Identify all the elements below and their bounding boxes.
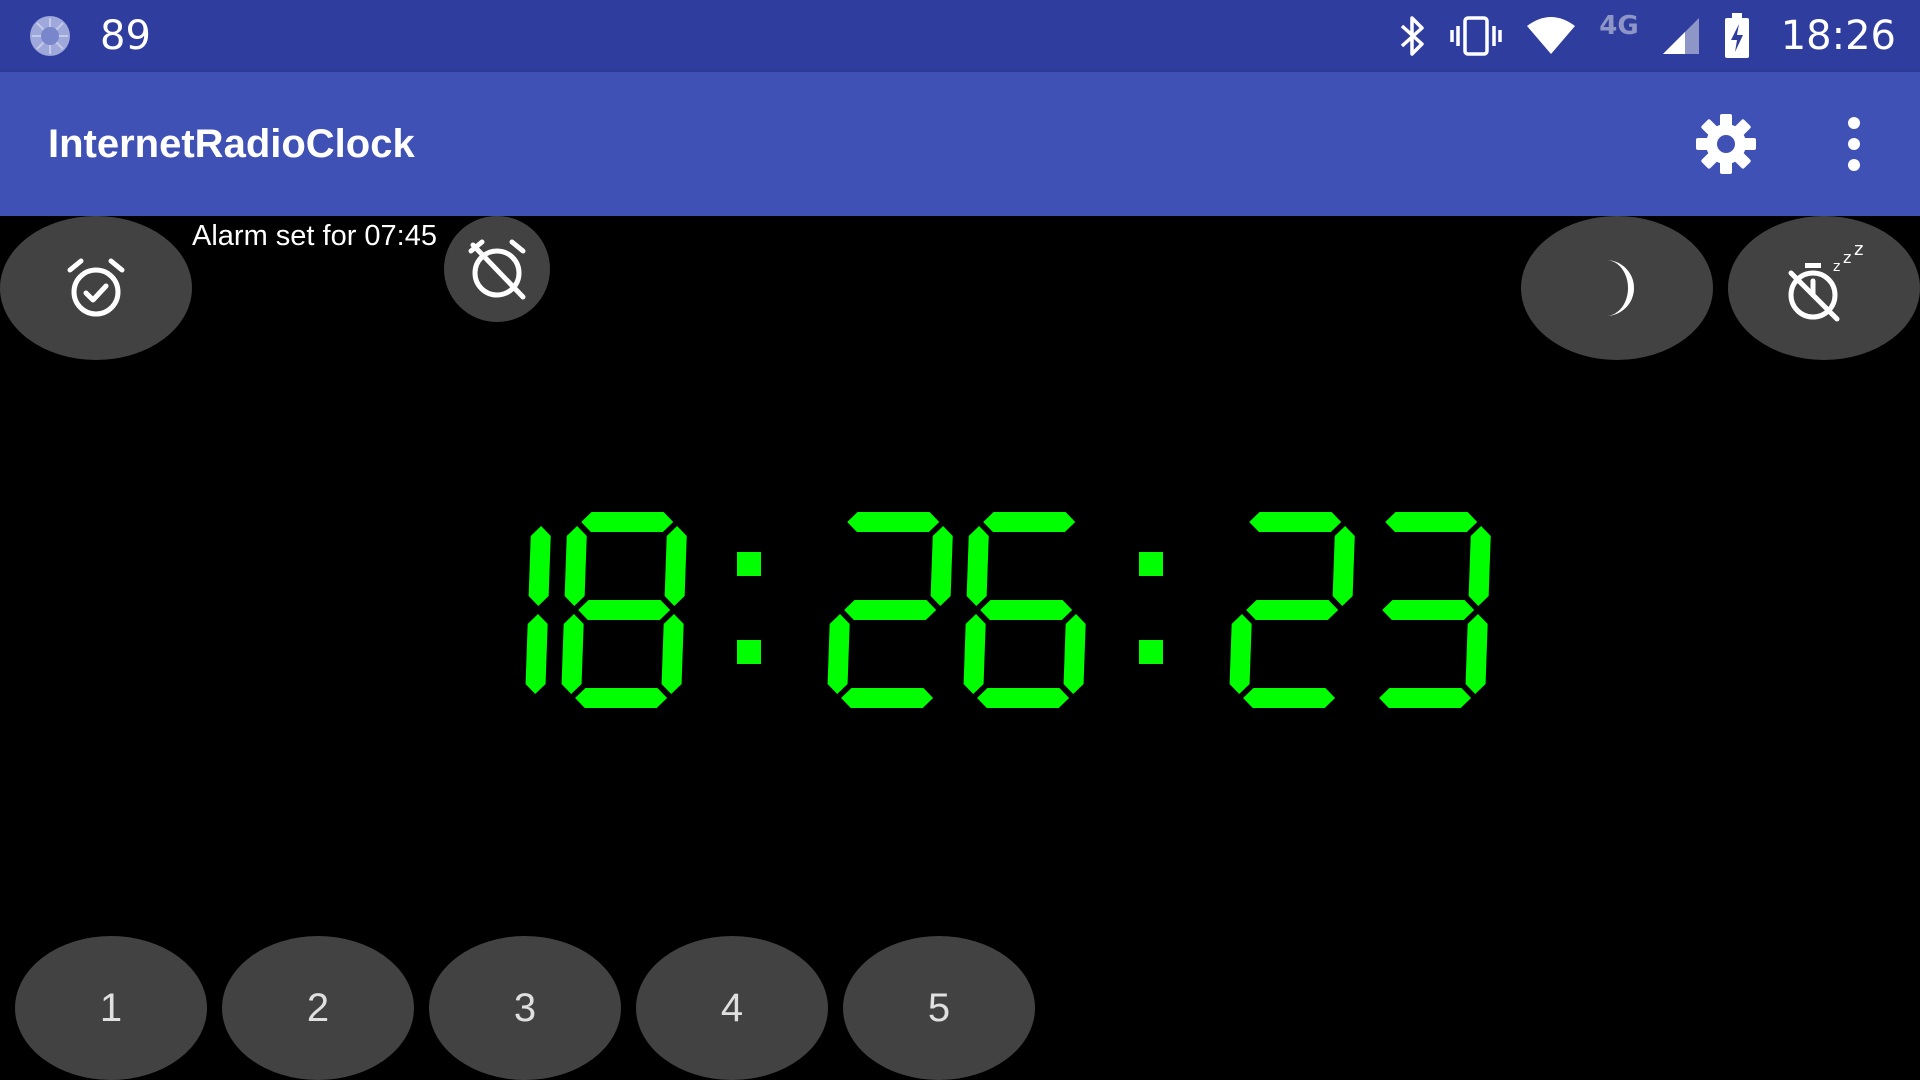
preset-button-3[interactable]: 3 [429, 936, 621, 1080]
svg-text:z: z [1854, 245, 1863, 260]
digital-clock [0, 500, 1920, 720]
clock-segment [1243, 688, 1336, 708]
wifi-icon [1525, 16, 1577, 56]
clock-segment [930, 526, 953, 606]
clock-segment [977, 688, 1070, 708]
network-type-label: 4G [1599, 11, 1639, 41]
clock-segment [1465, 614, 1488, 694]
preset-label: 5 [927, 985, 951, 1030]
screen: 89 4G 18:26 InternetRadioClock Alarm set… [0, 0, 1920, 1080]
clock-segment [1246, 600, 1339, 620]
clock-segment [664, 526, 687, 606]
clock-segment [1229, 614, 1252, 694]
status-bar: 89 4G 18:26 [0, 0, 1920, 72]
notification-count: 89 [100, 13, 151, 59]
clock-digit-3 [1379, 512, 1491, 708]
preset-button-4[interactable]: 4 [636, 936, 828, 1080]
night-mode-button[interactable] [1521, 216, 1713, 360]
clock-segment [575, 688, 668, 708]
moon-icon [1592, 256, 1642, 320]
clock-segment [963, 614, 986, 694]
status-time: 18:26 [1780, 13, 1896, 59]
clock-segment [1063, 614, 1086, 694]
clock-digit-8 [561, 512, 687, 708]
vibrate-icon [1449, 14, 1503, 58]
clock-segment [844, 600, 937, 620]
signal-icon [1661, 16, 1701, 56]
clock-colon [737, 552, 761, 664]
clock-segment [841, 688, 934, 708]
preset-button-2[interactable]: 2 [222, 936, 414, 1080]
clock-digit-6 [963, 512, 1086, 708]
clock-display [525, 512, 1491, 708]
clock-segment [661, 614, 684, 694]
clock-colon [1139, 552, 1163, 664]
alarm-on-icon [64, 256, 128, 320]
svg-text:z: z [1833, 259, 1840, 275]
bluetooth-icon [1397, 14, 1427, 58]
battery-charging-icon [1723, 13, 1751, 59]
app-toolbar: InternetRadioClock [0, 72, 1920, 216]
clock-segment [983, 512, 1076, 532]
preset-label: 1 [99, 985, 123, 1030]
loading-icon [28, 14, 72, 58]
alarm-off-button[interactable] [444, 216, 550, 322]
clock-segment [1385, 512, 1478, 532]
sleep-timer-button[interactable]: z z z [1728, 216, 1920, 360]
alarm-set-button[interactable] [0, 216, 192, 360]
preset-label: 4 [720, 985, 744, 1030]
clock-segment [1468, 526, 1491, 606]
clock-digit-1 [525, 526, 551, 694]
clock-digit-2 [1229, 512, 1355, 708]
clock-segment [827, 614, 850, 694]
clock-segment [1379, 688, 1472, 708]
preset-label: 2 [306, 985, 330, 1030]
clock-segment [980, 600, 1073, 620]
preset-label: 3 [513, 985, 537, 1030]
more-vert-icon[interactable] [1822, 108, 1886, 180]
clock-segment [578, 600, 671, 620]
clock-segment [528, 526, 551, 606]
svg-text:z: z [1843, 248, 1851, 267]
clock-segment [966, 526, 989, 606]
gear-icon[interactable] [1694, 112, 1758, 176]
preset-button-5[interactable]: 5 [843, 936, 1035, 1080]
preset-button-1[interactable]: 1 [15, 936, 207, 1080]
clock-segment [561, 614, 584, 694]
clock-segment [581, 512, 674, 532]
clock-segment [1249, 512, 1342, 532]
clock-segment [1382, 600, 1475, 620]
clock-segment [847, 512, 940, 532]
clock-digit-2 [827, 512, 953, 708]
clock-segment [564, 526, 587, 606]
alarm-off-icon [465, 237, 529, 301]
clock-segment [1332, 526, 1355, 606]
alarm-status-text: Alarm set for 07:45 [192, 220, 437, 252]
sleep-timer-icon: z z z [1779, 245, 1869, 331]
app-title: InternetRadioClock [48, 122, 415, 166]
clock-segment [525, 614, 548, 694]
